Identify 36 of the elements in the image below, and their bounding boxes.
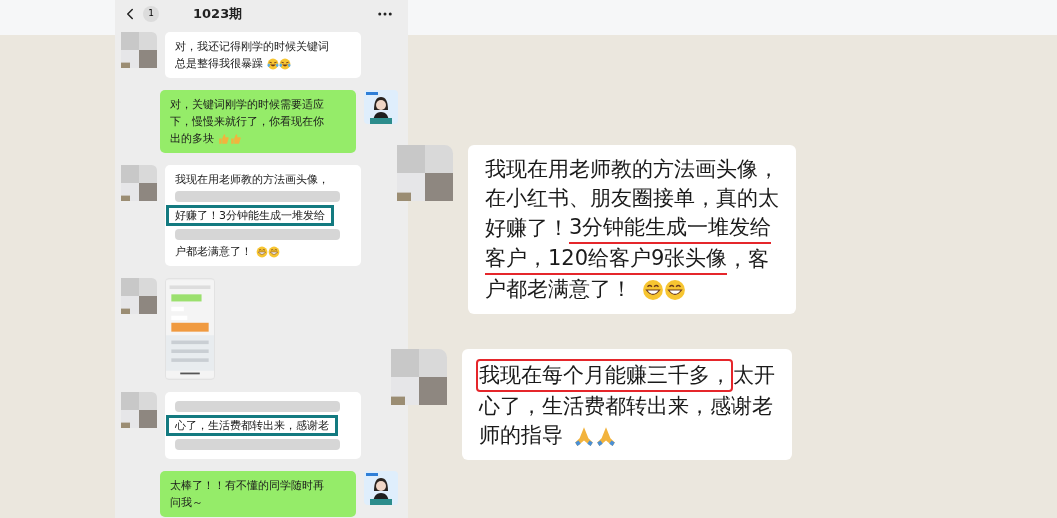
message-line: 对，我还记得刚学的时候关键词 [175,39,329,55]
grinning-emoji-icon [256,245,268,258]
blurred-avatar-icon [121,165,157,201]
thumbs-up-icon [230,132,242,145]
underlined-text: 客户，120给客户9张头像 [485,244,728,275]
avatar-icon [364,90,398,124]
laughing-emoji-icon [267,57,279,70]
message-text: ，客 [727,246,770,273]
underlined-text: 3分钟能生成一堆发给 [569,213,772,244]
message-text: 户都老满意了！ [485,276,632,303]
message-line: 出的多块 [170,131,214,147]
message-line: 总是整得我很暴躁 [175,56,263,72]
message-line: 户都老满意了！ [175,244,252,260]
message-line: 我现在用老师教的方法画头像， [175,172,329,188]
blurred-avatar-icon [121,392,157,428]
message-line: 下，慢慢来就行了，你看现在你 [170,114,324,130]
grinning-emoji-icon [664,278,686,301]
message-line: 对，关键词刚学的时候需要适应 [170,97,324,113]
message-text: 师的指导 [479,422,563,449]
grinning-emoji-icon [642,278,664,301]
blurred-avatar-icon [121,32,157,68]
message-text: 我现在用老师教的方法画头像， [485,156,779,183]
message-text: 在小红书、朋友圈接单，真的太 [485,185,779,212]
blurred-avatar-icon [121,278,157,314]
thumbs-up-icon [218,132,230,145]
message-line: 问我～ [170,495,203,511]
message-text: 好赚了！ [485,215,569,242]
message-text: 心了，生活费都转出来，感谢老 [479,393,773,420]
laughing-emoji-icon [279,57,291,70]
message-line: 太棒了！！有不懂的同学随时再 [170,478,324,494]
unread-badge: 1 [143,6,159,22]
grinning-emoji-icon [268,245,280,258]
avatar-icon [364,471,398,505]
message-text: 太开 [733,362,775,389]
circled-text: 我现在每个月能赚三千多， [476,359,733,392]
chat-title: 1023期 [193,5,243,24]
